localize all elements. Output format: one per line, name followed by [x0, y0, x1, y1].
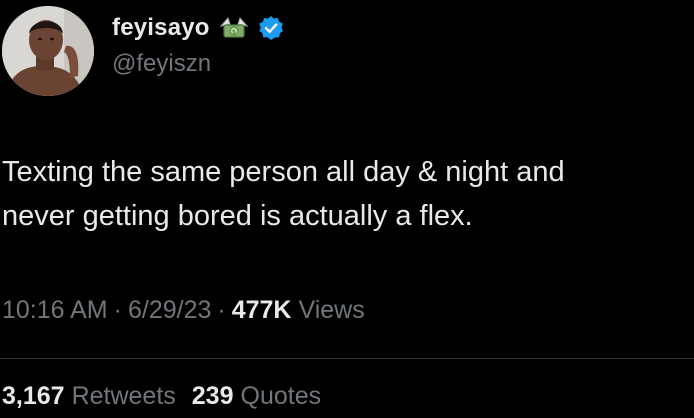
tweet-card: feyisayo $ @feyiszn Texting the same per…: [0, 0, 694, 418]
quotes-count: 239: [191, 382, 234, 410]
meta-separator: ·: [217, 296, 226, 324]
tweet-meta: 10:16 AM · 6/29/23 · 477K Views: [2, 296, 365, 325]
quotes-stat[interactable]: 239 Quotes: [192, 382, 321, 411]
views-label: Views: [298, 296, 365, 324]
quotes-label: Quotes: [240, 382, 322, 410]
user-handle[interactable]: @feyiszn: [112, 50, 211, 78]
retweets-label: Retweets: [71, 382, 176, 410]
engagement-stats: 3,167 Retweets 239 Quotes: [2, 382, 337, 411]
retweets-count: 3,167: [2, 382, 65, 410]
money-with-wings-icon: $: [218, 14, 250, 42]
retweets-stat[interactable]: 3,167 Retweets: [2, 382, 176, 411]
verified-checkmark-icon[interactable]: [258, 15, 284, 41]
views-count: 477K: [231, 296, 292, 324]
display-name-row: feyisayo $: [112, 10, 284, 46]
tweet-text-line: Texting the same person all day & night …: [2, 156, 565, 188]
svg-text:$: $: [232, 29, 236, 36]
meta-separator: ·: [113, 296, 122, 324]
tweet-date[interactable]: 6/29/23: [128, 296, 211, 325]
divider: [0, 358, 694, 359]
avatar[interactable]: [2, 6, 94, 96]
display-name[interactable]: feyisayo: [112, 14, 210, 42]
tweet-text: Texting the same person all day & night …: [2, 150, 694, 238]
tweet-text-line: never getting bored is actually a flex.: [2, 200, 473, 232]
tweet-time[interactable]: 10:16 AM: [2, 296, 108, 325]
avatar-photo: [2, 6, 94, 96]
